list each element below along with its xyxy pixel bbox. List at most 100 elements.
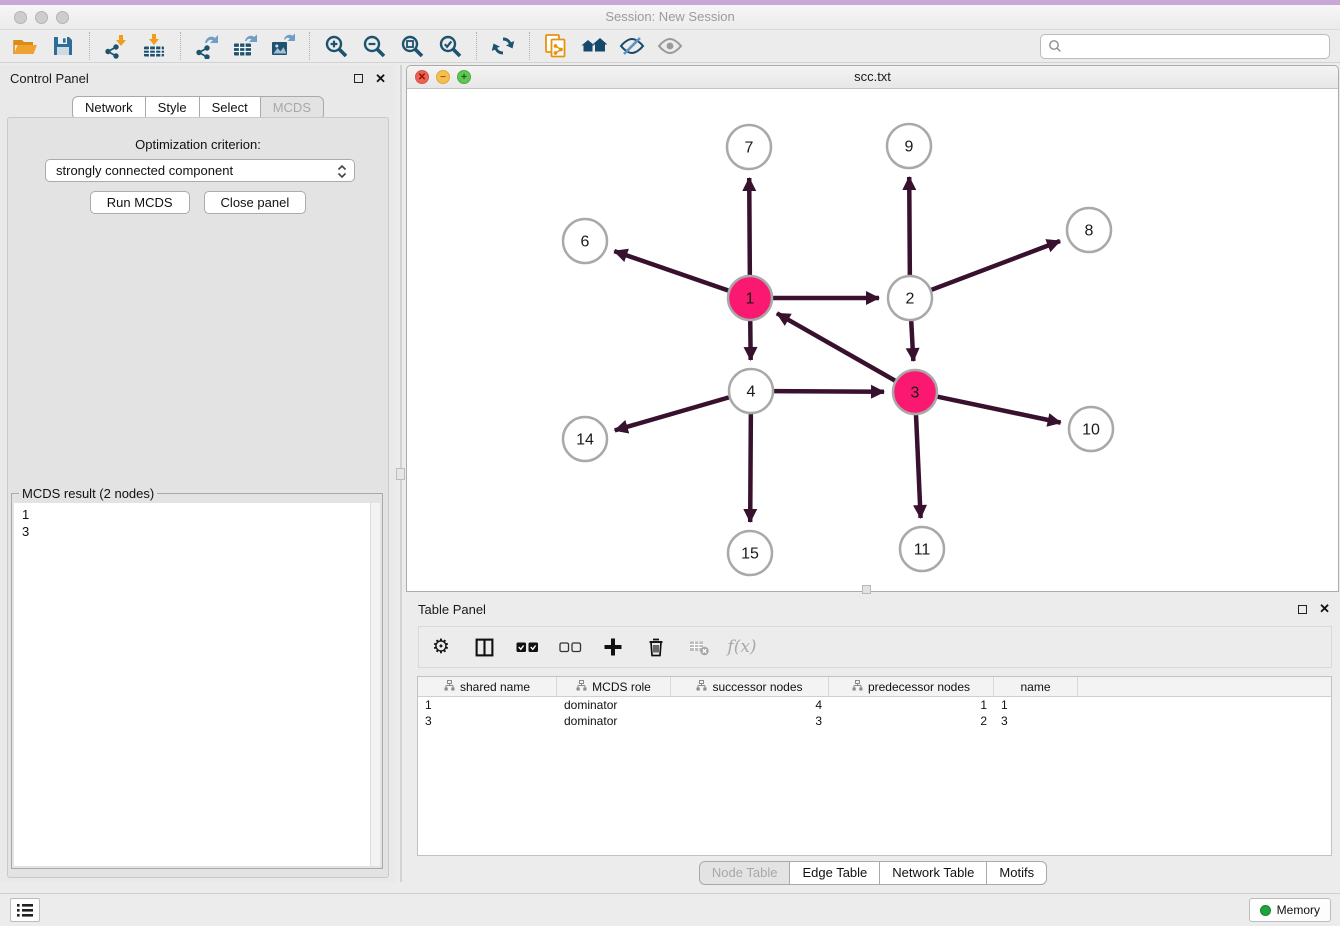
refresh-network-button[interactable] <box>484 31 522 61</box>
status-bar: Memory <box>0 893 1340 926</box>
column-header-predecessor-nodes[interactable]: predecessor nodes <box>829 677 994 696</box>
show-columns-icon[interactable] <box>472 635 496 659</box>
application-window: Session: New Session <box>0 0 1340 926</box>
criterion-dropdown[interactable]: strongly connected component <box>45 159 355 182</box>
first-neighbors-button[interactable] <box>575 31 613 61</box>
import-table-button[interactable] <box>135 31 173 61</box>
tab-edge-table[interactable]: Edge Table <box>789 861 880 885</box>
table-cell: 3 <box>671 714 829 728</box>
function-builder-icon[interactable]: f(x) <box>730 635 754 659</box>
edge-3-1[interactable] <box>777 313 895 380</box>
mcds-result-area[interactable]: 13 <box>14 503 380 866</box>
network-canvas[interactable]: 7968124314101511 <box>407 90 1338 591</box>
export-table-button[interactable] <box>226 31 264 61</box>
zoom-fit-button[interactable] <box>393 31 431 61</box>
float-table-panel-icon[interactable] <box>1298 605 1307 614</box>
tab-network-table[interactable]: Network Table <box>879 861 987 885</box>
table-cell: 3 <box>418 714 557 728</box>
node-label-7: 7 <box>745 140 754 157</box>
result-scrollbar[interactable] <box>370 503 380 866</box>
open-session-button[interactable] <box>6 31 44 61</box>
column-tree-icon <box>444 680 455 694</box>
float-panel-icon[interactable] <box>354 74 363 83</box>
table-cell: 2 <box>829 714 994 728</box>
table-cell: 1 <box>994 698 1078 712</box>
column-header-successor-nodes[interactable]: successor nodes <box>671 677 829 696</box>
node-table-header-row: shared name MCDS role successor nodes prede… <box>418 677 1331 697</box>
network-window-title: scc.txt <box>407 69 1338 84</box>
run-mcds-button[interactable]: Run MCDS <box>90 191 190 214</box>
export-network-button[interactable] <box>188 31 226 61</box>
clone-network-button[interactable] <box>537 31 575 61</box>
table-cell: dominator <box>557 714 671 728</box>
node-label-3: 3 <box>911 385 920 402</box>
select-all-icon[interactable] <box>515 635 539 659</box>
close-table-panel-icon[interactable]: ✕ <box>1319 601 1330 617</box>
table-row[interactable]: 1dominator411 <box>418 697 1331 713</box>
canvas-split-handle[interactable] <box>862 585 871 594</box>
deselect-all-icon[interactable] <box>558 635 582 659</box>
edge-4-14[interactable] <box>615 397 729 430</box>
optimization-criterion-label: Optimization criterion: <box>8 137 388 152</box>
save-session-button[interactable] <box>44 31 82 61</box>
task-history-button[interactable] <box>10 898 40 922</box>
tab-motifs[interactable]: Motifs <box>986 861 1047 885</box>
column-label: MCDS role <box>592 680 651 694</box>
panel-divider-handle[interactable] <box>396 468 405 480</box>
add-row-icon[interactable] <box>601 635 625 659</box>
column-header-MCDS-role[interactable]: MCDS role <box>557 677 671 696</box>
edge-4-3[interactable] <box>774 391 884 392</box>
column-header-name[interactable]: name <box>994 677 1078 696</box>
search-input[interactable] <box>1067 36 1329 56</box>
memory-button[interactable]: Memory <box>1249 898 1331 922</box>
dropdown-stepper-icon <box>337 164 347 179</box>
edge-1-6[interactable] <box>614 251 728 290</box>
edge-3-11[interactable] <box>916 415 921 518</box>
node-label-8: 8 <box>1085 223 1094 240</box>
edge-1-7[interactable] <box>749 178 750 275</box>
search-icon <box>1048 39 1062 53</box>
session-title: Session: New Session <box>0 9 1340 24</box>
column-label: predecessor nodes <box>868 680 970 694</box>
column-tree-icon <box>696 680 707 694</box>
delete-row-icon[interactable] <box>644 635 668 659</box>
show-hidden-button[interactable] <box>651 31 689 61</box>
edge-2-9[interactable] <box>909 177 910 275</box>
list-icon <box>16 903 34 918</box>
table-options-icon[interactable]: ⚙ <box>429 635 453 659</box>
search-field[interactable] <box>1040 34 1330 59</box>
table-cell: dominator <box>557 698 671 712</box>
column-header-shared-name[interactable]: shared name <box>418 677 557 696</box>
close-panel-icon[interactable]: ✕ <box>375 71 386 87</box>
network-view-window: ✕ − + scc.txt 7968124314101511 <box>406 65 1339 592</box>
node-label-2: 2 <box>906 291 915 308</box>
table-toolbar: ⚙ f(x) <box>418 626 1332 668</box>
node-table: shared name MCDS role successor nodes prede… <box>417 676 1332 856</box>
node-label-1: 1 <box>746 291 755 308</box>
table-cell: 4 <box>671 698 829 712</box>
mcds-result-box: MCDS result (2 nodes) 13 <box>11 493 383 869</box>
edge-2-8[interactable] <box>932 241 1061 290</box>
mcds-result-lines: 13 <box>14 503 380 543</box>
memory-status-icon <box>1260 905 1271 916</box>
delete-table-icon[interactable] <box>687 635 711 659</box>
edge-4-15[interactable] <box>750 414 751 522</box>
hide-selected-button[interactable] <box>613 31 651 61</box>
zoom-in-button[interactable] <box>317 31 355 61</box>
network-window-titlebar[interactable]: ✕ − + scc.txt <box>407 66 1338 89</box>
close-panel-button[interactable]: Close panel <box>204 191 307 214</box>
edge-3-10[interactable] <box>938 397 1061 423</box>
mcds-result-title: MCDS result (2 nodes) <box>19 486 157 501</box>
export-image-button[interactable] <box>264 31 302 61</box>
import-network-button[interactable] <box>97 31 135 61</box>
zoom-out-button[interactable] <box>355 31 393 61</box>
node-label-14: 14 <box>576 432 594 449</box>
zoom-selected-button[interactable] <box>431 31 469 61</box>
tab-node-table[interactable]: Node Table <box>699 861 791 885</box>
toolbar-separator <box>476 32 477 60</box>
result-line: 1 <box>22 506 372 523</box>
edge-2-3[interactable] <box>911 321 913 361</box>
toolbar-separator <box>180 32 181 60</box>
control-panel: Control Panel ✕ NetworkStyleSelectMCDS O… <box>0 65 396 882</box>
table-row[interactable]: 3dominator323 <box>418 713 1331 729</box>
